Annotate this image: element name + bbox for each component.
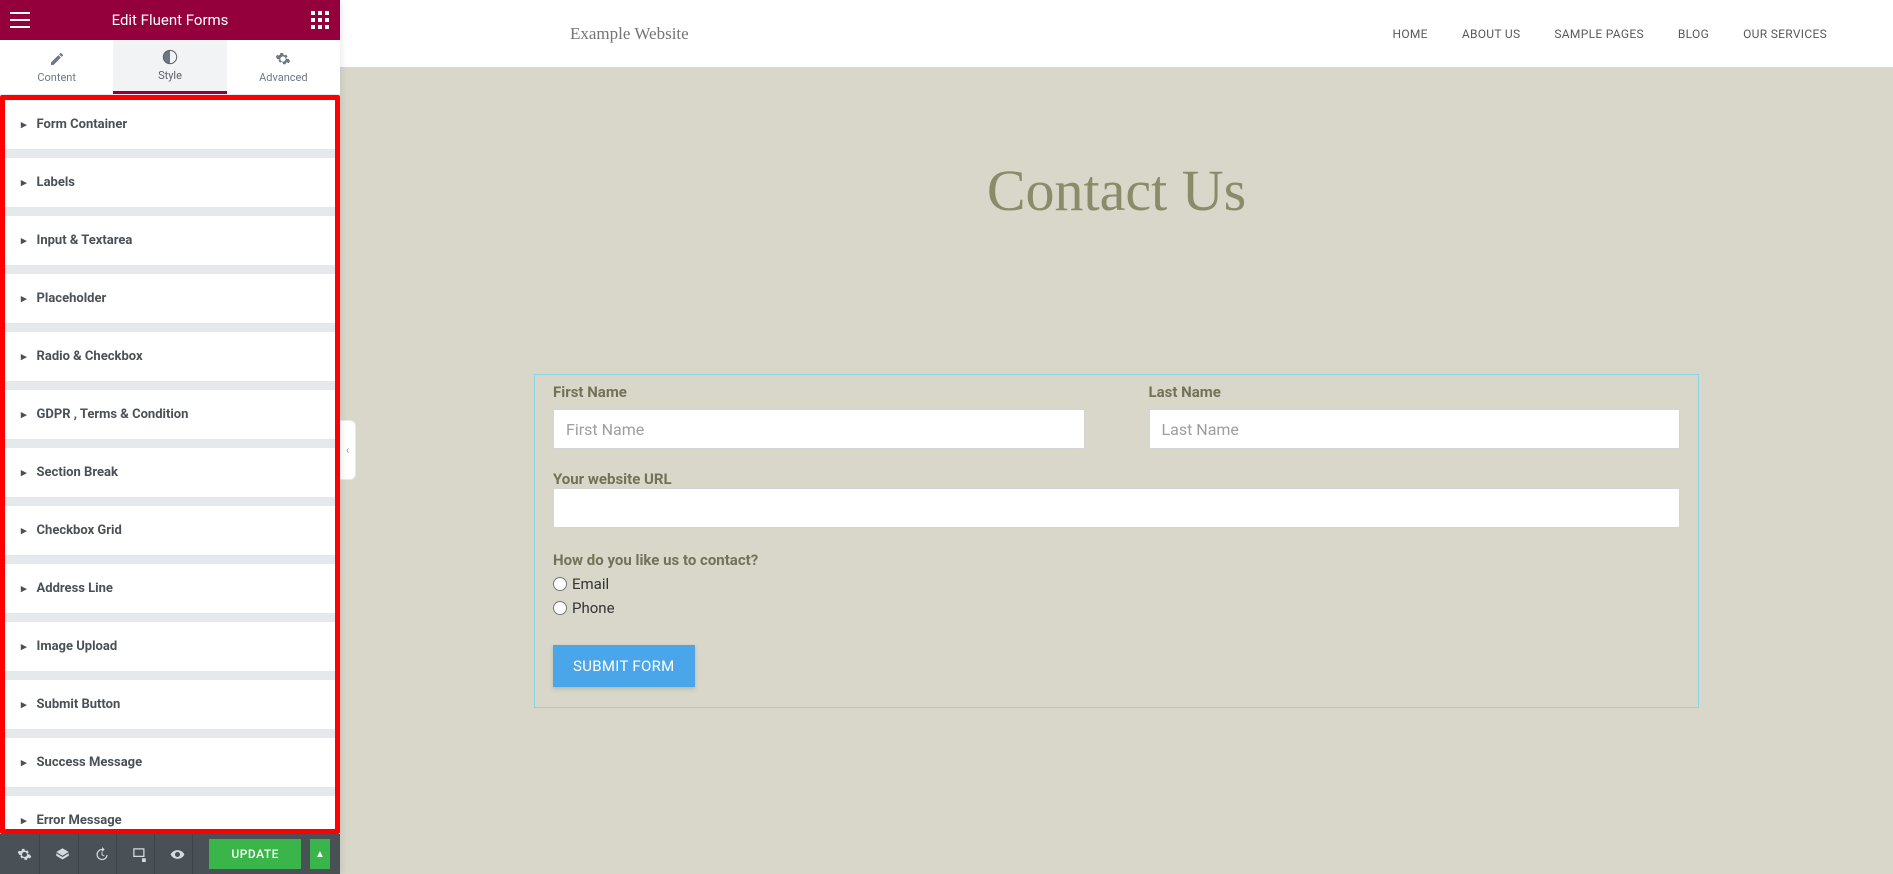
- caret-right-icon: ▸: [21, 756, 27, 769]
- caret-right-icon: ▸: [21, 176, 27, 189]
- section-label: Section Break: [37, 465, 118, 480]
- radio-phone-label: Phone: [572, 599, 615, 617]
- section-placeholder[interactable]: ▸ Placeholder: [5, 274, 335, 324]
- section-address-line[interactable]: ▸ Address Line: [5, 564, 335, 614]
- nav-about[interactable]: ABOUT US: [1462, 27, 1521, 41]
- first-name-label: First Name: [553, 383, 1085, 401]
- panel-footer: UPDATE ▲: [0, 834, 340, 874]
- last-name-input[interactable]: [1149, 409, 1681, 449]
- caret-right-icon: ▸: [21, 582, 27, 595]
- history-button[interactable]: [87, 834, 117, 874]
- update-button[interactable]: UPDATE: [209, 839, 301, 869]
- section-label: Placeholder: [37, 291, 107, 306]
- tab-style[interactable]: Style: [113, 40, 226, 94]
- caret-right-icon: ▸: [21, 466, 27, 479]
- website-label: Your website URL: [553, 470, 672, 488]
- section-label: Radio & Checkbox: [37, 349, 143, 364]
- eye-icon: [170, 847, 185, 862]
- history-icon: [94, 847, 109, 862]
- section-label: Success Message: [37, 755, 143, 770]
- site-title: Example Website: [570, 24, 689, 44]
- section-label: Address Line: [37, 581, 113, 596]
- tab-advanced-label: Advanced: [259, 71, 307, 84]
- radio-email-label: Email: [572, 575, 609, 593]
- section-form-container[interactable]: ▸ Form Container: [5, 100, 335, 150]
- responsive-button[interactable]: [125, 834, 155, 874]
- panel-tabs: Content Style Advanced: [0, 40, 340, 95]
- section-checkbox-grid[interactable]: ▸ Checkbox Grid: [5, 506, 335, 556]
- panel-collapse-handle[interactable]: ‹: [340, 420, 356, 480]
- settings-button[interactable]: [10, 834, 40, 874]
- preview-canvas: Example Website HOME ABOUT US SAMPLE PAG…: [340, 0, 1893, 874]
- page-heading: Contact Us: [340, 157, 1893, 224]
- section-success-message[interactable]: ▸ Success Message: [5, 738, 335, 788]
- pencil-icon: [49, 51, 65, 67]
- nav-home[interactable]: HOME: [1392, 27, 1427, 41]
- nav-sample[interactable]: SAMPLE PAGES: [1554, 27, 1644, 41]
- caret-right-icon: ▸: [21, 234, 27, 247]
- section-input-textarea[interactable]: ▸ Input & Textarea: [5, 216, 335, 266]
- first-name-input[interactable]: [553, 409, 1085, 449]
- layers-icon: [55, 847, 70, 862]
- editor-panel: Edit Fluent Forms Content Style Advanced…: [0, 0, 340, 874]
- update-options-button[interactable]: ▲: [310, 839, 330, 869]
- device-icon: [132, 847, 147, 862]
- half-circle-icon: [162, 49, 178, 65]
- style-sections: ▸ Form Container ▸ Labels ▸ Input & Textare…: [0, 95, 340, 834]
- section-label: Error Message: [37, 813, 122, 828]
- caret-right-icon: ▸: [21, 640, 27, 653]
- submit-button[interactable]: SUBMIT FORM: [553, 645, 695, 687]
- nav-blog[interactable]: BLOG: [1678, 27, 1709, 41]
- caret-right-icon: ▸: [21, 292, 27, 305]
- tab-content[interactable]: Content: [0, 40, 113, 94]
- section-label: Input & Textarea: [37, 233, 133, 248]
- caret-right-icon: ▸: [21, 350, 27, 363]
- last-name-label: Last Name: [1149, 383, 1681, 401]
- caret-right-icon: ▸: [21, 408, 27, 421]
- contact-pref-label: How do you like us to contact?: [553, 551, 758, 569]
- section-label: Labels: [37, 175, 75, 190]
- panel-title: Edit Fluent Forms: [30, 11, 310, 29]
- radio-email-input[interactable]: [553, 577, 567, 591]
- top-nav: HOME ABOUT US SAMPLE PAGES BLOG OUR SERV…: [1392, 27, 1827, 41]
- hero-section: Contact Us: [340, 67, 1893, 264]
- section-label: Checkbox Grid: [37, 523, 122, 538]
- section-label: Form Container: [37, 117, 128, 132]
- caret-right-icon: ▸: [21, 118, 27, 131]
- section-radio-checkbox[interactable]: ▸ Radio & Checkbox: [5, 332, 335, 382]
- section-labels[interactable]: ▸ Labels: [5, 158, 335, 208]
- tab-advanced[interactable]: Advanced: [227, 40, 340, 94]
- radio-email[interactable]: Email: [553, 575, 1680, 593]
- tab-content-label: Content: [37, 71, 76, 84]
- widgets-grid-icon[interactable]: [310, 10, 330, 30]
- caret-right-icon: ▸: [21, 814, 27, 827]
- radio-phone-input[interactable]: [553, 601, 567, 615]
- preview-button[interactable]: [163, 834, 193, 874]
- nav-services[interactable]: OUR SERVICES: [1743, 27, 1827, 41]
- section-gdpr[interactable]: ▸ GDPR , Terms & Condition: [5, 390, 335, 440]
- website-input[interactable]: [553, 488, 1680, 528]
- section-label: Submit Button: [37, 697, 121, 712]
- caret-right-icon: ▸: [21, 698, 27, 711]
- tab-style-label: Style: [158, 69, 182, 82]
- gear-icon: [17, 847, 32, 862]
- section-label: Image Upload: [37, 639, 118, 654]
- section-error-message[interactable]: ▸ Error Message: [5, 796, 335, 834]
- radio-phone[interactable]: Phone: [553, 599, 1680, 617]
- hamburger-icon[interactable]: [10, 10, 30, 30]
- section-image-upload[interactable]: ▸ Image Upload: [5, 622, 335, 672]
- section-break[interactable]: ▸ Section Break: [5, 448, 335, 498]
- caret-right-icon: ▸: [21, 524, 27, 537]
- gear-icon: [275, 51, 291, 67]
- section-label: GDPR , Terms & Condition: [37, 407, 189, 422]
- site-header: Example Website HOME ABOUT US SAMPLE PAG…: [340, 0, 1893, 67]
- contact-form[interactable]: First Name Last Name Your website URL Ho…: [534, 374, 1699, 708]
- panel-header: Edit Fluent Forms: [0, 0, 340, 40]
- section-submit-button[interactable]: ▸ Submit Button: [5, 680, 335, 730]
- navigator-button[interactable]: [48, 834, 78, 874]
